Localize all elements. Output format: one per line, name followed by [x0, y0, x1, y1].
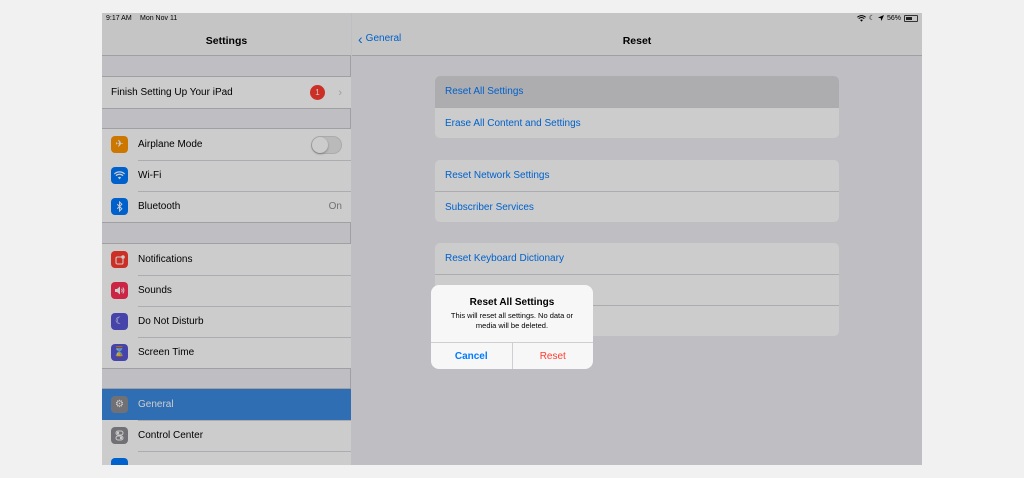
location-status-icon: [877, 15, 884, 21]
status-bar: 9:17 AM Mon Nov 11 ☾ 56%: [102, 13, 922, 25]
status-date: Mon Nov 11: [140, 15, 178, 22]
wifi-status-icon: [856, 14, 866, 22]
alert-title: Reset All Settings: [469, 297, 555, 308]
cancel-button[interactable]: Cancel: [431, 343, 513, 369]
alert-message: This will reset all settings. No data or…: [450, 311, 574, 330]
ipad-screen: 9:17 AM Mon Nov 11 ☾ 56% Settings Finish…: [102, 13, 922, 465]
reset-alert-dialog: Reset All Settings This will reset all s…: [431, 285, 593, 369]
status-right: ☾ 56%: [856, 14, 918, 22]
moon-status-icon: ☾: [868, 15, 875, 22]
confirm-reset-button[interactable]: Reset: [513, 343, 594, 369]
alert-buttons: Cancel Reset: [431, 342, 593, 369]
battery-icon: [904, 14, 918, 22]
status-time: 9:17 AM: [106, 15, 132, 22]
modal-dim-overlay: [102, 13, 922, 465]
battery-percent: 56%: [886, 14, 901, 22]
